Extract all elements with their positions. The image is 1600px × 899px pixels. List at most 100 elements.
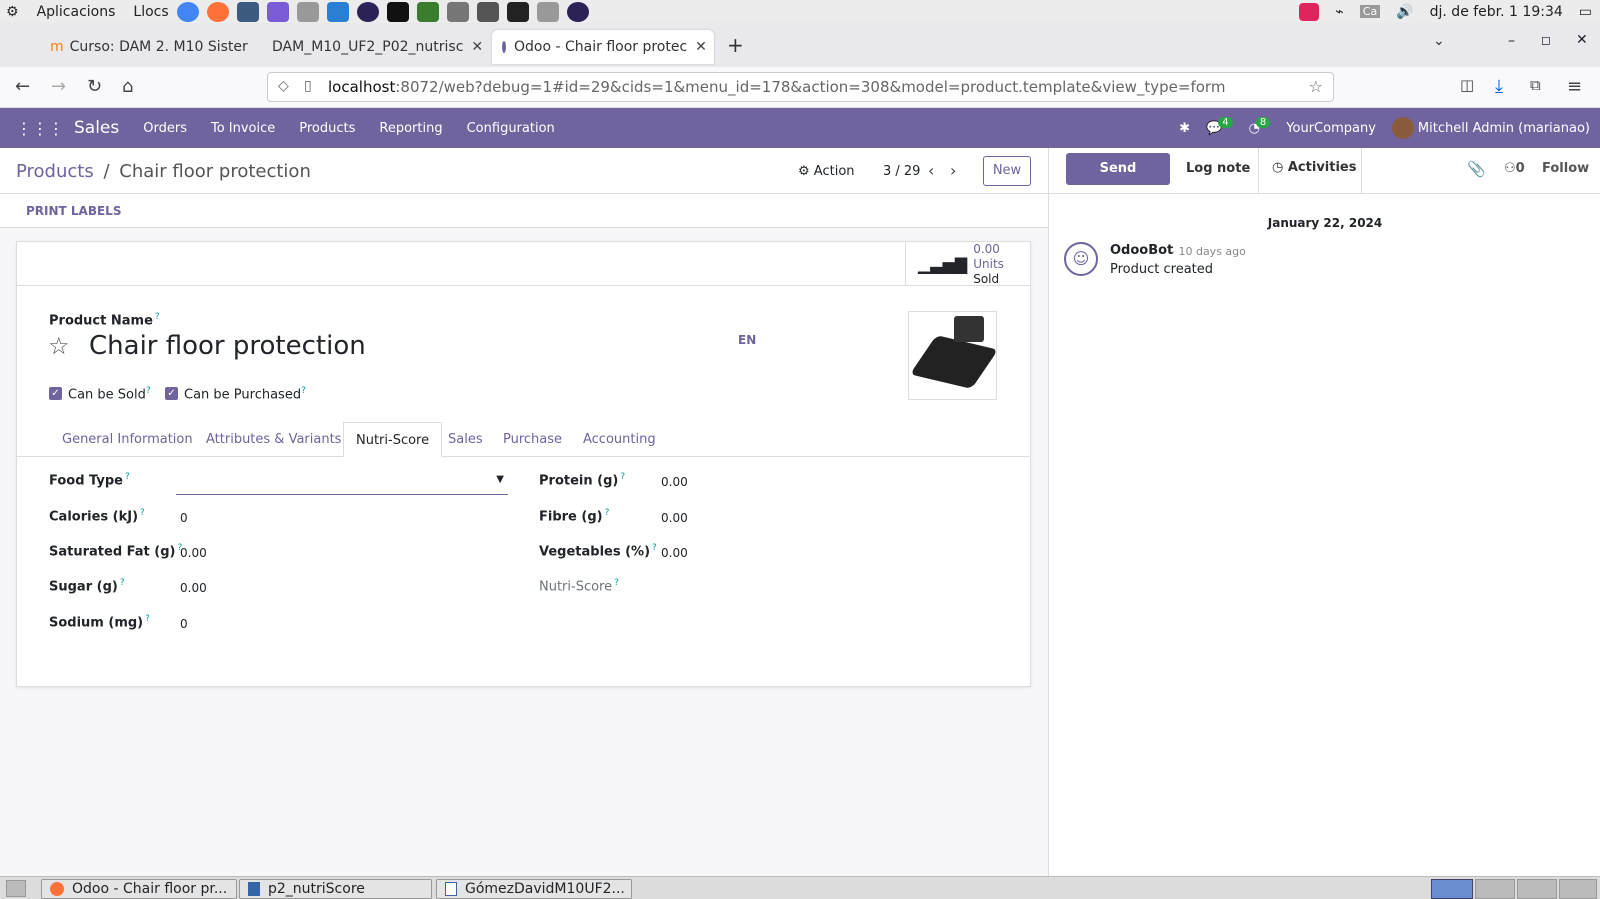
tab-general-information[interactable]: General Information [50, 422, 205, 457]
tab-attributes-variants[interactable]: Attributes & Variants [194, 422, 353, 457]
units-sold-smart-button[interactable]: ▁▃▅▇ 0.00 Units Sold [905, 242, 1030, 286]
workspace-4[interactable] [1559, 879, 1597, 899]
workspace-2[interactable] [1475, 879, 1515, 899]
menu-reporting[interactable]: Reporting [379, 121, 442, 136]
editor-launcher-icon[interactable] [326, 1, 349, 22]
tab-nutri-score[interactable]: Nutri-Score [343, 422, 443, 457]
menu-products[interactable]: Products [299, 121, 355, 136]
show-desktop-icon[interactable] [6, 880, 26, 897]
app-menu-icon[interactable]: ≡ [1567, 76, 1582, 97]
extensions-icon[interactable]: ⧉ [1530, 76, 1541, 94]
apps-grid-icon[interactable]: ⋮⋮⋮ [16, 119, 64, 138]
virtualbox-launcher-icon[interactable] [236, 1, 259, 22]
tool2-launcher-icon[interactable] [536, 1, 559, 22]
page-info-icon[interactable]: ▯ [304, 78, 312, 94]
taskbar-item-firefox[interactable]: Odoo - Chair floor pr... [41, 879, 237, 899]
favorite-star-icon[interactable]: ☆ [48, 332, 70, 360]
can-be-purchased-checkbox[interactable]: ✓ [165, 387, 178, 400]
taskbar-item-folder[interactable]: p2_nutriScore [239, 879, 432, 899]
followers-button[interactable]: ⚇0 [1504, 161, 1525, 176]
pager-next-icon[interactable]: › [950, 161, 956, 180]
minimize-icon[interactable]: – [1508, 33, 1515, 49]
back-icon[interactable]: ← [15, 76, 30, 97]
terminal-launcher-icon[interactable] [506, 1, 529, 22]
close-window-icon[interactable]: ✕ [1576, 32, 1588, 48]
eclipse2-launcher-icon[interactable] [566, 1, 589, 22]
vm-launcher-icon[interactable] [476, 1, 499, 22]
app-tray-icon[interactable] [1299, 2, 1320, 21]
os-menu-places[interactable]: Llocs [133, 4, 168, 20]
log-note-button[interactable]: Log note [1186, 161, 1250, 176]
code-launcher-icon[interactable] [416, 1, 439, 22]
follow-button[interactable]: Follow [1542, 161, 1589, 176]
pager-value[interactable]: 3 / 29 [883, 164, 920, 179]
pager-previous-icon[interactable]: ‹ [928, 161, 934, 180]
workspace-3[interactable] [1517, 879, 1557, 899]
chrome-launcher-icon[interactable] [176, 1, 199, 22]
print-labels-button[interactable]: PRINT LABELS [26, 204, 121, 218]
menu-configuration[interactable]: Configuration [467, 121, 555, 136]
battery-icon[interactable]: ▭ [1579, 4, 1592, 20]
user-menu[interactable]: Mitchell Admin (marianao) [1391, 117, 1590, 139]
maximize-icon[interactable]: ◻ [1541, 33, 1551, 47]
language-button[interactable]: EN [738, 333, 756, 347]
menu-to-invoice[interactable]: To Invoice [211, 121, 275, 136]
messages-icon[interactable]: 💬4 [1206, 116, 1233, 136]
send-message-button[interactable]: Send message [1066, 153, 1170, 208]
keyboard-layout-icon[interactable]: Ca [1359, 5, 1381, 18]
app-launcher-icon[interactable] [266, 1, 289, 22]
new-record-button[interactable]: New [983, 156, 1031, 186]
sodium-field[interactable]: 0 [180, 617, 188, 631]
close-tab-icon[interactable]: ✕ [695, 39, 707, 55]
menu-orders[interactable]: Orders [143, 121, 187, 136]
close-tab-icon[interactable]: ✕ [471, 39, 482, 55]
browser-tab-doc[interactable]: DAM_M10_UF2_P02_nutrisc ✕ [262, 30, 482, 64]
eclipse-launcher-icon[interactable] [356, 1, 379, 22]
taskbar-item-document[interactable]: GómezDavidM10UF2... [436, 879, 632, 899]
activities-clock-icon[interactable]: ◔8 [1249, 116, 1271, 136]
bookmark-star-icon[interactable]: ☆ [1309, 77, 1323, 96]
os-logo-icon[interactable]: ⚙ [6, 4, 19, 20]
app-name[interactable]: Sales [74, 118, 119, 138]
screenshot-launcher-icon[interactable] [446, 1, 469, 22]
paperclip-icon[interactable]: 📎 [1467, 160, 1486, 178]
tool-launcher-icon[interactable] [296, 1, 319, 22]
pycharm-launcher-icon[interactable] [386, 1, 409, 22]
url-bar[interactable]: ◇ ▯ localhost:8072/web?debug=1#id=29&cid… [267, 72, 1334, 102]
browser-tab-moodle[interactable]: m Curso: DAM 2. M10 Sister ✕ [40, 30, 255, 64]
tab-accounting[interactable]: Accounting [571, 422, 668, 457]
breadcrumb-products[interactable]: Products [16, 161, 94, 182]
message-author[interactable]: OdooBot [1110, 243, 1173, 258]
tab-purchase[interactable]: Purchase [491, 422, 574, 457]
downloads-icon[interactable]: ⤓ [1495, 76, 1503, 97]
calories-field[interactable]: 0 [180, 511, 188, 525]
vegetables-field[interactable]: 0.00 [661, 546, 688, 560]
product-image[interactable] [908, 311, 999, 400]
forward-icon[interactable]: → [51, 76, 66, 97]
volume-icon[interactable]: 🔊 [1396, 4, 1413, 20]
saturated-fat-field[interactable]: 0.00 [180, 546, 207, 560]
protein-field[interactable]: 0.00 [661, 475, 688, 489]
workspace-1[interactable] [1431, 879, 1473, 899]
activities-button[interactable]: ◷ Activities [1272, 160, 1356, 175]
new-tab-button[interactable]: + [727, 33, 744, 57]
tab-list-icon[interactable]: ⌄ [1433, 33, 1445, 49]
clock[interactable]: dj. de febr. 1 19:34 [1430, 4, 1563, 20]
tab-sales[interactable]: Sales [436, 422, 495, 457]
product-name-field[interactable]: Chair floor protection [89, 331, 366, 361]
debug-bug-icon[interactable]: ✱ [1179, 121, 1190, 136]
pocket-icon[interactable]: ◫ [1460, 76, 1474, 94]
browser-tab-odoo[interactable]: Odoo - Chair floor protec ✕ [492, 30, 714, 64]
food-type-select[interactable]: ▼ [176, 470, 508, 495]
can-be-sold-checkbox[interactable]: ✓ [49, 387, 62, 400]
os-menu-apps[interactable]: Aplicacions [37, 4, 116, 20]
sugar-field[interactable]: 0.00 [180, 581, 207, 595]
firefox-launcher-icon[interactable] [206, 1, 229, 22]
network-icon[interactable]: ⌁ [1335, 4, 1343, 20]
shield-icon[interactable]: ◇ [278, 78, 289, 94]
home-icon[interactable]: ⌂ [122, 76, 133, 97]
reload-icon[interactable]: ↻ [87, 76, 102, 97]
action-menu-button[interactable]: ⚙ Action [798, 164, 855, 179]
company-switcher[interactable]: YourCompany [1286, 121, 1376, 136]
fibre-field[interactable]: 0.00 [661, 511, 688, 525]
